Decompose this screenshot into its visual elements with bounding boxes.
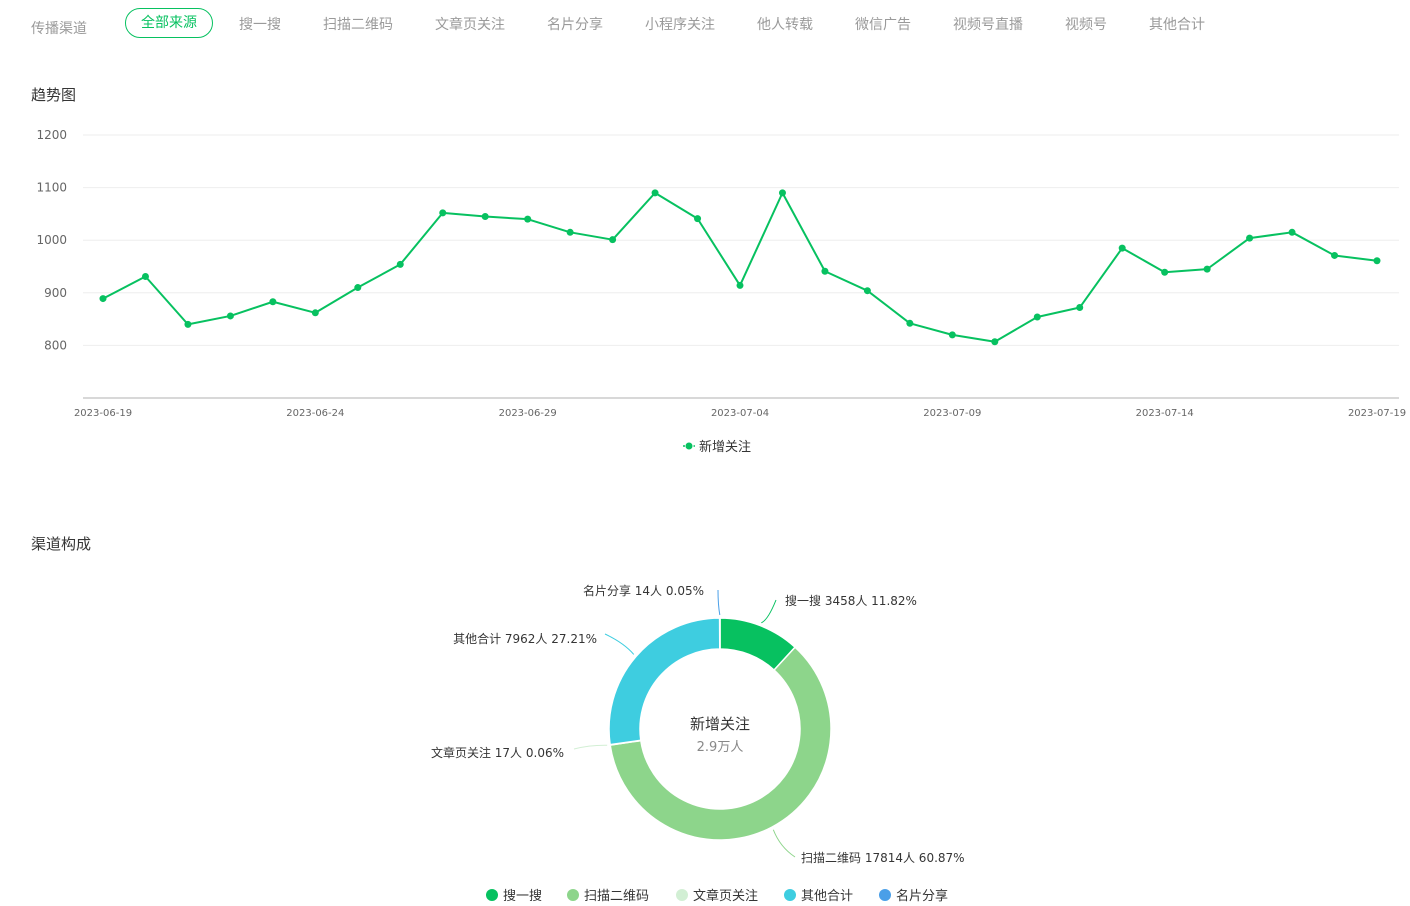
data-point-21: [991, 338, 999, 346]
legend-label-2: 文章页关注: [693, 888, 758, 904]
donut-legend: 搜一搜 扫描二维码 文章页关注 其他合计 名片分享: [486, 888, 948, 904]
data-point-15: [736, 281, 744, 289]
data-point-2: [184, 320, 192, 328]
trend-section-title: 趋势图: [31, 86, 77, 104]
tab-channel-5[interactable]: 小程序关注: [645, 14, 715, 34]
legend-label-3: 其他合计: [801, 889, 853, 904]
tab-channel-3[interactable]: 文章页关注: [435, 14, 505, 34]
data-point-16: [778, 189, 786, 197]
legend-dot-0: [486, 889, 498, 901]
tab-channel-1[interactable]: 搜一搜: [239, 14, 281, 34]
x-tick-label-1: 2023-06-24: [286, 408, 344, 419]
data-point-5: [311, 309, 319, 317]
tab-channel-0[interactable]: 全部来源: [125, 8, 213, 38]
y-tick-label-4: 1200: [36, 128, 67, 142]
x-tick-label-5: 2023-07-14: [1136, 408, 1194, 419]
data-point-18: [863, 287, 871, 295]
data-point-23: [1076, 304, 1084, 312]
slice-label-4: 名片分享 14人 0.05%: [583, 583, 704, 598]
leader-line-1: [772, 829, 796, 858]
data-point-13: [651, 189, 659, 197]
donut-center-title: 新增关注: [690, 715, 750, 733]
tab-channel-9[interactable]: 视频号: [1065, 14, 1107, 34]
legend-label-4: 名片分享: [896, 888, 948, 904]
channel-filter-bar: 传播渠道 全部来源 搜一搜 扫描二维码 文章页关注 名片分享 小程序关注 他人转载 微信广告 视…: [0, 0, 1410, 50]
legend-label-0: 搜一搜: [503, 889, 542, 904]
data-point-11: [566, 228, 574, 236]
y-tick-label-1: 900: [44, 286, 67, 300]
y-tick-label-3: 1100: [36, 181, 67, 195]
data-point-8: [439, 209, 447, 217]
x-tick-label-2: 2023-06-29: [499, 408, 557, 419]
line-legend: 新增关注: [683, 439, 751, 455]
data-point-22: [1033, 313, 1041, 321]
tab-channel-6[interactable]: 他人转载: [757, 14, 813, 34]
data-point-20: [948, 331, 956, 339]
data-point-30: [1373, 257, 1381, 265]
series-line-new-follows: [102, 191, 1378, 343]
data-point-6: [354, 284, 362, 292]
legend-dot-1: [567, 889, 579, 901]
data-point-12: [609, 236, 617, 244]
slice-label-0: 搜一搜 3458人 11.82%: [785, 593, 917, 608]
data-point-17: [821, 267, 829, 275]
leader-line-4: [717, 589, 721, 616]
trend-line-chart: 800 900 1000 1100 1200 2023-06-19 2023-06-24 20…: [36, 128, 1406, 455]
y-tick-label-2: 1000: [36, 233, 67, 247]
data-point-26: [1203, 265, 1211, 273]
filter-label: 传播渠道: [31, 21, 87, 37]
slice-label-2: 文章页关注 17人 0.06%: [431, 745, 564, 760]
data-point-4: [269, 298, 277, 306]
data-point-1: [141, 272, 149, 280]
data-point-29: [1331, 251, 1339, 259]
x-tick-label-4: 2023-07-09: [923, 408, 981, 419]
data-point-7: [396, 260, 404, 268]
slice-label-3: 其他合计 7962人 27.21%: [453, 631, 597, 646]
data-point-25: [1161, 268, 1169, 276]
data-point-28: [1288, 228, 1296, 236]
x-tick-label-6: 2023-07-19: [1348, 408, 1406, 419]
tab-channel-10[interactable]: 其他合计: [1149, 14, 1205, 34]
legend-label-new-follows: 新增关注: [699, 439, 751, 455]
legend-label-1: 扫描二维码: [584, 889, 649, 904]
data-point-24: [1118, 244, 1126, 252]
leader-line-2: [573, 744, 608, 750]
data-point-10: [524, 215, 532, 223]
tab-channel-7[interactable]: 微信广告: [855, 14, 911, 34]
data-point-9: [481, 213, 489, 221]
tab-channel-2[interactable]: 扫描二维码: [323, 14, 393, 34]
x-tick-label-3: 2023-07-04: [711, 408, 769, 419]
data-point-14: [694, 215, 702, 223]
data-point-27: [1246, 234, 1254, 242]
legend-dot-3: [784, 889, 796, 901]
data-point-3: [226, 312, 234, 320]
x-tick-label-0: 2023-06-19: [74, 408, 132, 419]
y-tick-label-0: 800: [44, 338, 67, 352]
data-point-0: [99, 295, 107, 303]
tab-channel-8[interactable]: 视频号直播: [953, 14, 1023, 34]
slice-label-1: 扫描二维码 17814人 60.87%: [801, 851, 965, 865]
tab-channel-4[interactable]: 名片分享: [547, 14, 603, 34]
donut-center-value: 2.9万人: [697, 740, 744, 755]
channel-donut-chart: 新增关注 2.9万人 搜一搜 3458人 11.82% 扫描二维码 17814人 60…: [431, 583, 965, 904]
leader-line-0: [761, 599, 777, 624]
legend-dot-2: [676, 889, 688, 901]
leader-line-3: [604, 633, 635, 655]
legend-dot-4: [879, 889, 891, 901]
legend-dot-marker: [685, 442, 693, 450]
data-point-19: [906, 319, 914, 327]
